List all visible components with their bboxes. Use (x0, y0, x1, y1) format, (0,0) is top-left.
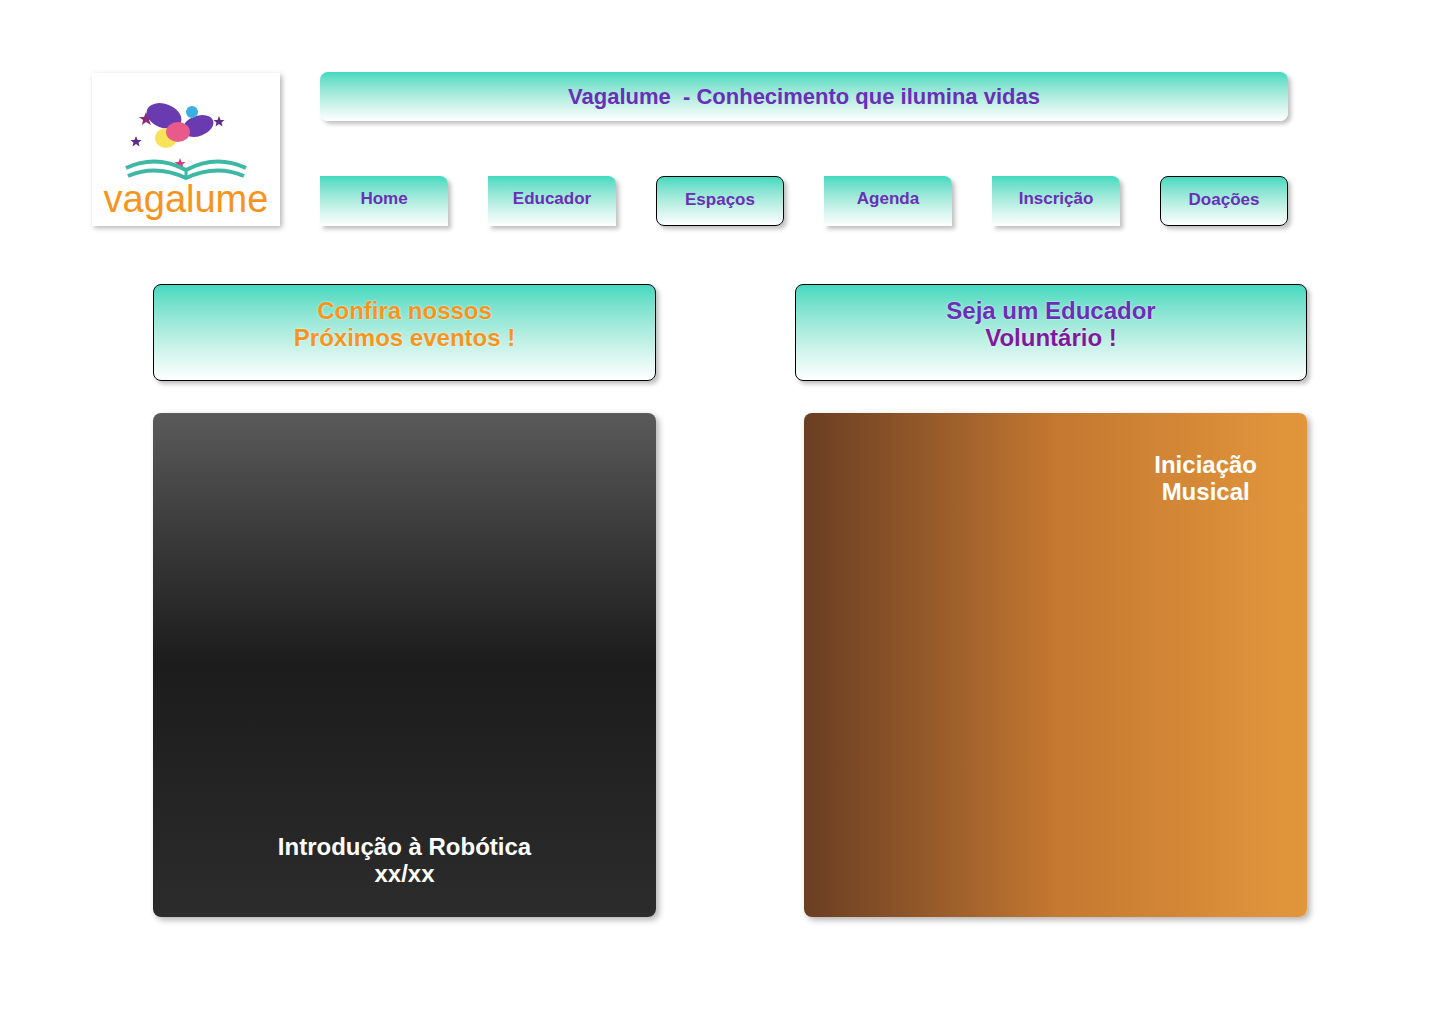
logo[interactable]: vagalume (92, 73, 280, 226)
content: Confira nossosPróximos eventos ! Introduç… (0, 284, 1440, 917)
nav-button[interactable]: Inscrição (992, 176, 1120, 226)
panel-line: Confira nossos (317, 297, 492, 324)
event-card[interactable]: IniciaçãoMusical (804, 413, 1307, 917)
top-bar: vagalume Vagalume - Conhecimento que ilum… (0, 0, 1440, 226)
logo-text: vagalume (104, 180, 269, 218)
promo-panel[interactable]: Confira nossosPróximos eventos ! (153, 284, 656, 381)
site-header: Vagalume - Conhecimento que ilumina vida… (320, 72, 1288, 121)
event-text: xx/xx (374, 860, 434, 887)
event-text: Musical (1162, 478, 1250, 505)
nav-button[interactable]: Doações (1160, 176, 1288, 226)
panel-line: Seja um Educador (946, 297, 1155, 324)
panel-line: Voluntário ! (985, 324, 1117, 351)
nav-button[interactable]: Educador (488, 176, 616, 226)
event-text: Introdução à Robótica (278, 833, 531, 860)
firefly-book-icon (116, 86, 256, 186)
nav-button[interactable]: Agenda (824, 176, 952, 226)
nav-button[interactable]: Home (320, 176, 448, 226)
event-card[interactable]: Introdução à Robóticaxx/xx (153, 413, 656, 917)
nav-button[interactable]: Espaços (656, 176, 784, 226)
page: vagalume Vagalume - Conhecimento que ilum… (0, 0, 1440, 1024)
panel-line: Próximos eventos ! (294, 324, 515, 351)
promo-panel[interactable]: Seja um EducadorVoluntário ! (795, 284, 1307, 381)
event-text: Iniciação (1154, 451, 1257, 478)
nav-bar: Home Educador Espaços Agenda Inscrição Doaçõe… (320, 176, 1290, 226)
